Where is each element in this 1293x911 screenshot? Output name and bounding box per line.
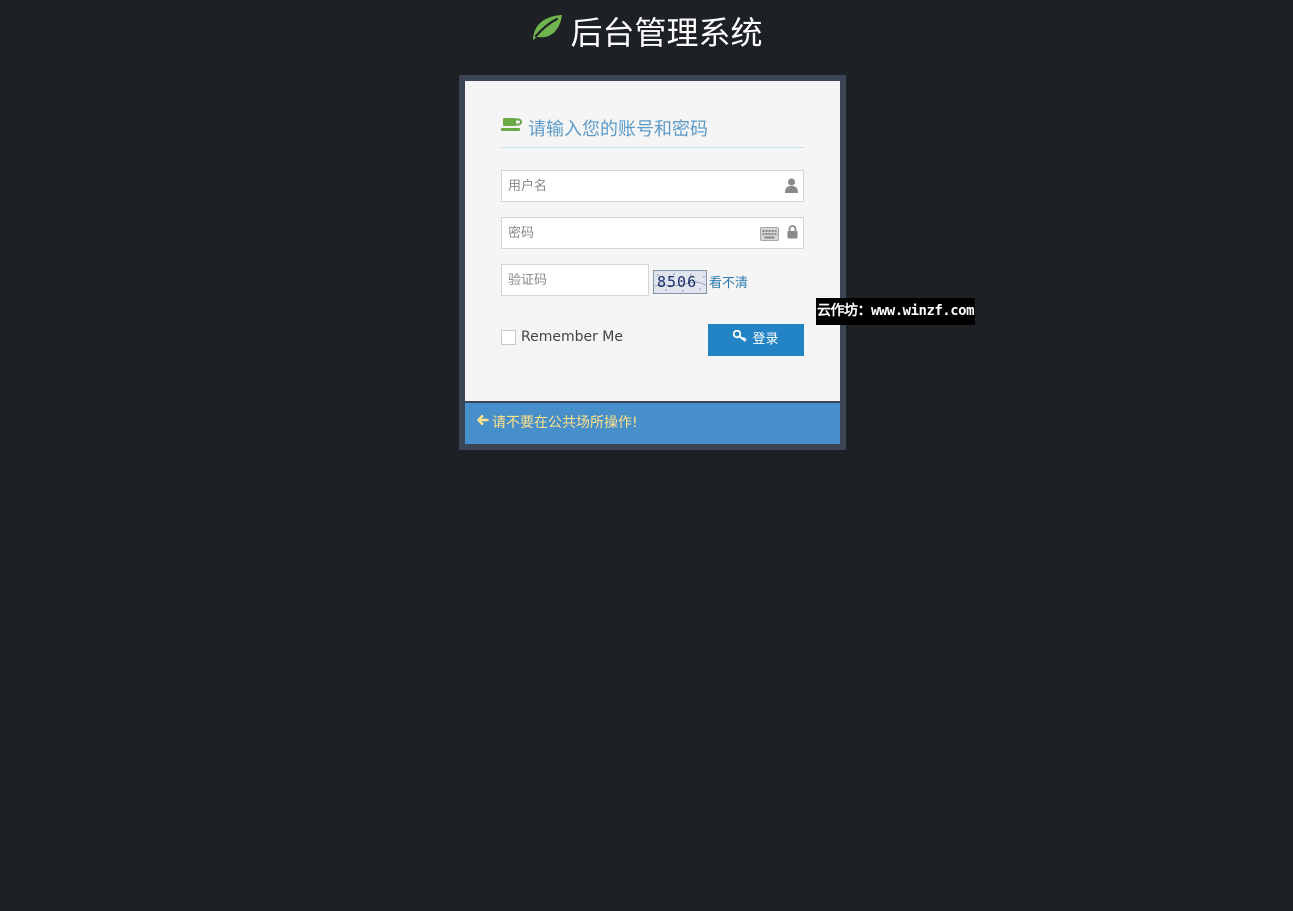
lock-icon	[787, 224, 798, 243]
username-input[interactable]	[502, 171, 738, 201]
captcha-field	[501, 264, 649, 296]
captcha-input[interactable]	[502, 265, 644, 295]
coffee-cup-icon	[501, 115, 523, 141]
login-panel: 请输入您的账号和密码 用户名 验证码 8506 看不清 Remember Me …	[459, 75, 846, 450]
login-heading: 请输入您的账号和密码	[501, 117, 804, 148]
login-heading-text: 请输入您的账号和密码	[528, 119, 708, 140]
user-icon	[785, 178, 798, 197]
password-input[interactable]	[502, 218, 738, 248]
captcha-code: 8506	[657, 273, 698, 291]
footer-warning-text: 请不要在公共场所操作!	[492, 415, 638, 431]
captcha-image[interactable]: 8506	[653, 270, 707, 294]
key-icon	[733, 323, 748, 355]
login-button[interactable]: 登录	[708, 324, 804, 356]
password-field	[501, 217, 804, 249]
login-form: 请输入您的账号和密码 用户名 验证码 8506 看不清 Remember Me …	[465, 81, 840, 401]
app-title: 后台管理系统	[0, 10, 1293, 54]
remember-checkbox[interactable]	[501, 330, 516, 345]
leaf-icon	[530, 9, 564, 51]
arrow-left-icon	[476, 402, 489, 443]
keyboard-icon[interactable]	[760, 226, 779, 245]
app-title-text: 后台管理系统	[570, 14, 763, 52]
username-field	[501, 170, 804, 202]
footer-warning-bar: 请不要在公共场所操作!	[465, 403, 840, 444]
captcha-refresh-link[interactable]: 看不清	[709, 272, 748, 291]
login-button-label: 登录	[752, 332, 779, 347]
watermark: 云作坊：www.winzf.com	[816, 298, 975, 325]
remember-label: Remember Me	[521, 329, 623, 345]
